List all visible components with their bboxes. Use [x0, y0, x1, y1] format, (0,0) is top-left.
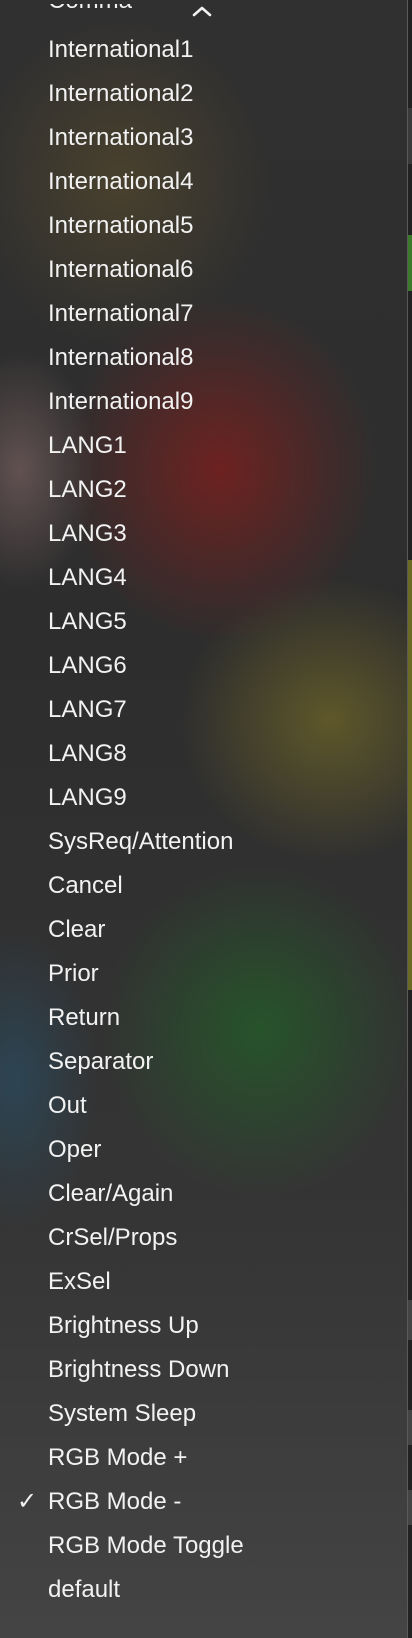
menu-item[interactable]: LANG3 [0, 512, 407, 556]
menu-item[interactable]: SysReq/Attention [0, 820, 407, 864]
menu-item[interactable]: ✓ RGB Mode - [0, 1480, 407, 1524]
menu-item-label: International4 [48, 168, 194, 195]
menu-item-list: Comma International1 International2 Intern… [0, 4, 407, 1612]
menu-item-label: LANG9 [48, 784, 127, 811]
checkmark-icon: ✓ [16, 1488, 38, 1515]
menu-item-label: International5 [48, 212, 194, 239]
menu-item[interactable]: default [0, 1568, 407, 1612]
menu-item[interactable]: Oper [0, 1128, 407, 1172]
menu-item[interactable]: International3 [0, 116, 407, 160]
menu-item-label: RGB Mode - [48, 1488, 182, 1515]
menu-item-label: Brightness Down [48, 1356, 230, 1383]
menu-item-label: LANG6 [48, 652, 127, 679]
menu-item-label: CrSel/Props [48, 1224, 178, 1251]
edge-fragment [408, 235, 412, 291]
menu-item[interactable]: Brightness Down [0, 1348, 407, 1392]
menu-item[interactable]: Return [0, 996, 407, 1040]
menu-item-label: LANG1 [48, 432, 127, 459]
menu-item-label: Cancel [48, 872, 123, 899]
menu-item[interactable]: CrSel/Props [0, 1216, 407, 1260]
menu-item-label: Brightness Up [48, 1312, 199, 1339]
menu-item[interactable]: International2 [0, 72, 407, 116]
menu-item-label: International3 [48, 124, 194, 151]
menu-item[interactable]: LANG6 [0, 644, 407, 688]
menu-item[interactable]: Clear/Again [0, 1172, 407, 1216]
menu-item[interactable]: International4 [0, 160, 407, 204]
menu-item[interactable]: LANG5 [0, 600, 407, 644]
menu-item-label: International9 [48, 388, 194, 415]
menu-item[interactable]: System Sleep [0, 1392, 407, 1436]
edge-fragment [408, 1490, 412, 1525]
menu-item[interactable]: Clear [0, 908, 407, 952]
menu-item[interactable]: LANG7 [0, 688, 407, 732]
menu-item-label: RGB Mode + [48, 1444, 188, 1471]
menu-item[interactable]: International5 [0, 204, 407, 248]
menu-item-label: LANG7 [48, 696, 127, 723]
menu-item[interactable]: Prior [0, 952, 407, 996]
menu-item[interactable]: RGB Mode Toggle [0, 1524, 407, 1568]
menu-item[interactable]: Cancel [0, 864, 407, 908]
menu-item-label: System Sleep [48, 1400, 197, 1427]
edge-fragment [408, 560, 412, 990]
menu-item[interactable]: LANG1 [0, 424, 407, 468]
menu-item-label: LANG3 [48, 520, 127, 547]
menu-item-label: International2 [48, 80, 194, 107]
menu-item[interactable]: International6 [0, 248, 407, 292]
menu-item-label: Prior [48, 960, 99, 987]
menu-item-label: Oper [48, 1136, 102, 1163]
menu-item-label: RGB Mode Toggle [48, 1532, 244, 1559]
menu-item-label: LANG8 [48, 740, 127, 767]
menu-item-label: Clear [48, 916, 106, 943]
menu-item[interactable]: International7 [0, 292, 407, 336]
menu-item-clipped[interactable]: Comma [0, 4, 407, 28]
menu-item[interactable]: International1 [0, 28, 407, 72]
menu-item-label: Out [48, 1092, 87, 1119]
edge-fragment [408, 1300, 412, 1340]
menu-item[interactable]: International8 [0, 336, 407, 380]
menu-item-label: LANG2 [48, 476, 127, 503]
menu-item[interactable]: LANG9 [0, 776, 407, 820]
menu-item-label: International7 [48, 300, 194, 327]
menu-item-label: International1 [48, 36, 194, 63]
menu-item-label: ExSel [48, 1268, 111, 1295]
edge-fragment [408, 108, 412, 164]
menu-item[interactable]: ExSel [0, 1260, 407, 1304]
edge-fragment [408, 1410, 412, 1445]
menu-item[interactable]: LANG2 [0, 468, 407, 512]
dropdown-menu: Comma International1 International2 Intern… [0, 0, 408, 1638]
menu-item[interactable]: LANG4 [0, 556, 407, 600]
menu-item[interactable]: Out [0, 1084, 407, 1128]
menu-item-label: LANG5 [48, 608, 127, 635]
menu-item[interactable]: RGB Mode + [0, 1436, 407, 1480]
menu-item[interactable]: Brightness Up [0, 1304, 407, 1348]
menu-item-label: Clear/Again [48, 1180, 174, 1207]
menu-item-label: default [48, 1576, 121, 1603]
menu-item-label: Return [48, 1004, 121, 1031]
menu-item-label: International6 [48, 256, 194, 283]
menu-item-label: SysReq/Attention [48, 828, 234, 855]
menu-item-label: Separator [48, 1048, 154, 1075]
menu-item-label: LANG4 [48, 564, 127, 591]
menu-item[interactable]: LANG8 [0, 732, 407, 776]
menu-item-label: Comma [48, 4, 132, 14]
menu-item[interactable]: Separator [0, 1040, 407, 1084]
menu-item-label: International8 [48, 344, 194, 371]
menu-item[interactable]: International9 [0, 380, 407, 424]
